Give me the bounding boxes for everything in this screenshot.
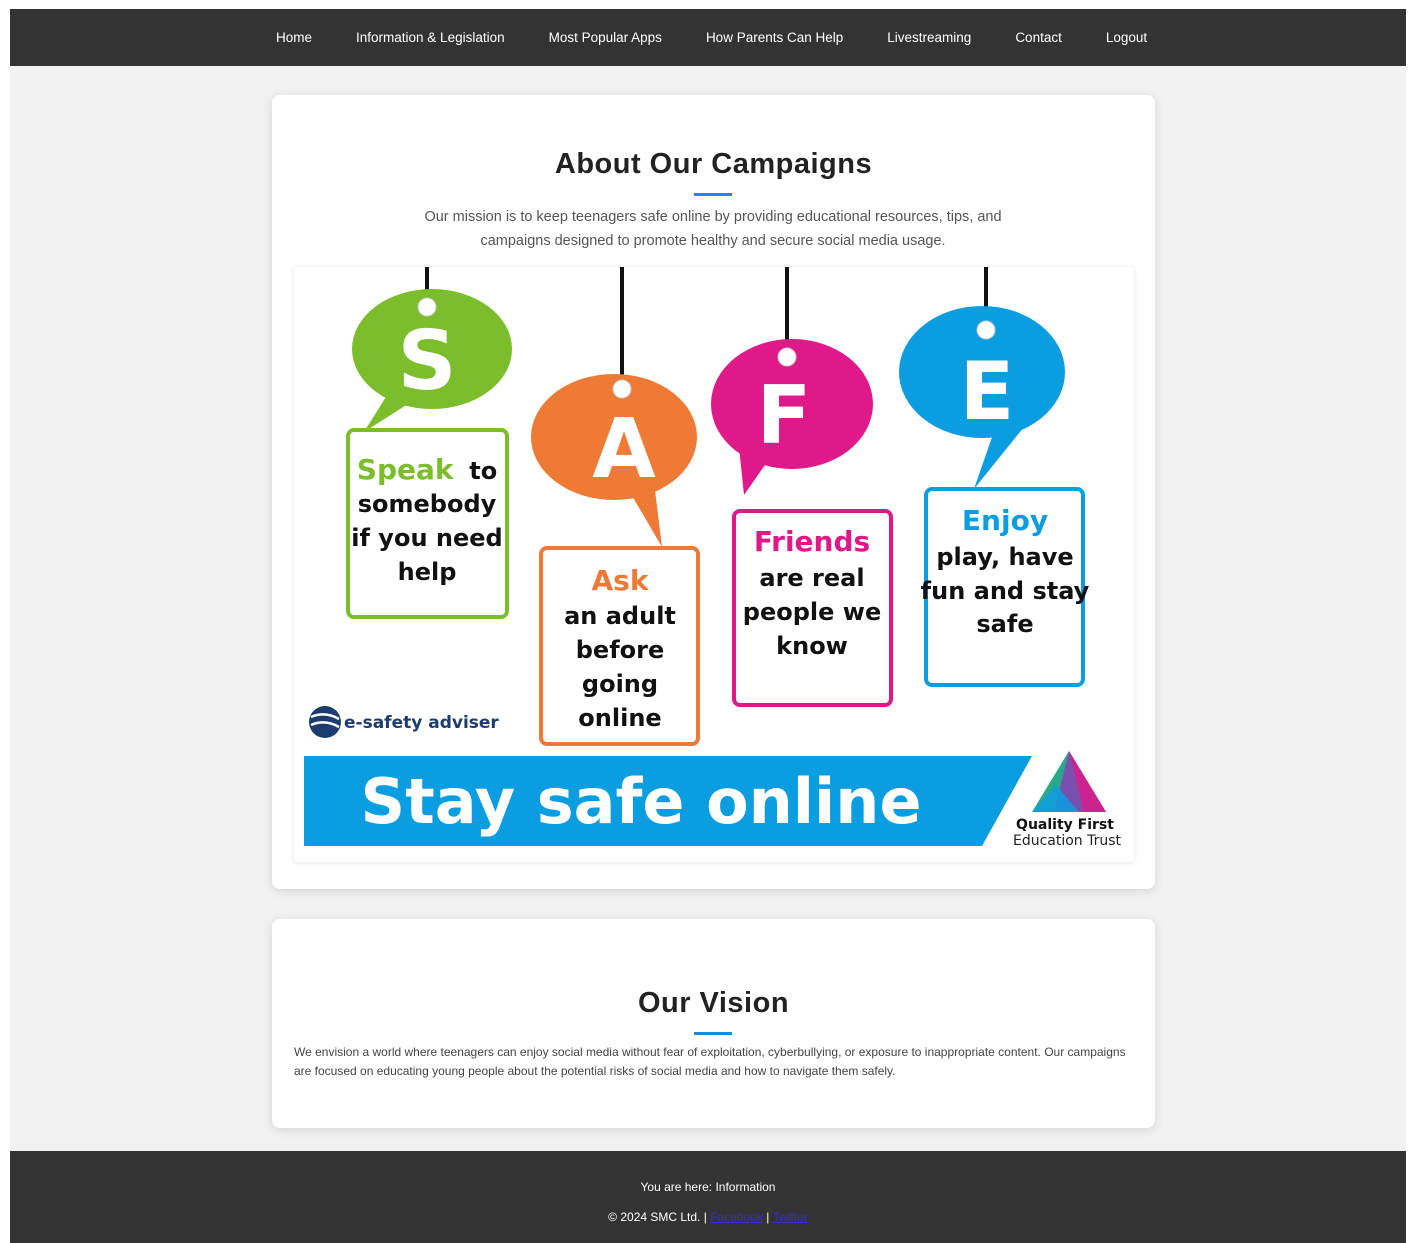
nav-link-information-legislation[interactable]: Information & Legislation bbox=[356, 30, 505, 45]
speak-line2: somebody bbox=[358, 490, 497, 518]
nav-item-popular-apps: Most Popular Apps bbox=[549, 29, 662, 47]
speak-head: Speak bbox=[357, 453, 455, 486]
enjoy-line3: safe bbox=[976, 610, 1033, 638]
friends-line3: know bbox=[776, 632, 848, 660]
bubble-f: F bbox=[711, 339, 873, 495]
speak-line3: if you need bbox=[351, 524, 502, 552]
card-friends: Friends are real people we know bbox=[732, 509, 893, 707]
friends-line2: people we bbox=[743, 598, 881, 626]
bubble-a: A bbox=[531, 374, 697, 547]
footer-link-twitter[interactable]: Twitter bbox=[772, 1210, 807, 1224]
nav-item-home: Home bbox=[276, 29, 312, 47]
stay-safe-banner: Stay safe online bbox=[304, 756, 1032, 846]
card-speak: Speak to somebody if you need help bbox=[346, 428, 509, 619]
trust-line2: Education Trust bbox=[1013, 833, 1122, 849]
ask-line1: an adult bbox=[564, 602, 676, 630]
nav-link-logout[interactable]: Logout bbox=[1106, 30, 1147, 45]
footer-copyright-row: © 2024 SMC Ltd. | Facebook | Twitter bbox=[10, 1210, 1406, 1224]
ask-line4: online bbox=[578, 704, 661, 732]
bubble-e: E bbox=[899, 306, 1065, 489]
esafety-adviser-logo: e-safety adviser bbox=[309, 706, 499, 738]
friends-head: Friends bbox=[754, 525, 870, 558]
footer: You are here: Information © 2024 SMC Ltd… bbox=[10, 1151, 1406, 1243]
ask-head: Ask bbox=[592, 564, 650, 597]
footer-link-facebook[interactable]: Facebook bbox=[710, 1210, 763, 1224]
vision-text: We envision a world where teenagers can … bbox=[294, 1045, 1126, 1078]
our-vision-card: Our Vision We envision a world where tee… bbox=[272, 919, 1155, 1128]
enjoy-head: Enjoy bbox=[962, 504, 1048, 537]
about-campaigns-card: About Our Campaigns Our mission is to ke… bbox=[272, 95, 1155, 889]
nav-link-livestreaming[interactable]: Livestreaming bbox=[887, 30, 971, 45]
nav-item-livestreaming: Livestreaming bbox=[887, 29, 971, 47]
nav-item-parents: How Parents Can Help bbox=[706, 29, 843, 47]
letter-e: E bbox=[960, 345, 1015, 438]
card-enjoy: Enjoy play, have fun and stay safe bbox=[921, 487, 1090, 687]
nav-link-how-parents-can-help[interactable]: How Parents Can Help bbox=[706, 30, 843, 45]
safe-poster-graphic: S A F E Speak to somebody if you need he… bbox=[304, 267, 1122, 849]
trust-line1: Quality First bbox=[1016, 817, 1114, 833]
speak-line4: help bbox=[398, 558, 457, 586]
banner-text: Stay safe online bbox=[361, 765, 922, 838]
vision-title: Our Vision bbox=[637, 987, 790, 1019]
mission-text: Our mission is to keep teenagers safe on… bbox=[424, 209, 1002, 249]
svg-text:Speak to: Speak to bbox=[357, 453, 497, 486]
quality-first-logo: Quality First Education Trust bbox=[1013, 751, 1122, 849]
top-navigation: Home Information & Legislation Most Popu… bbox=[10, 9, 1406, 66]
enjoy-line1: play, have bbox=[936, 543, 1073, 571]
ask-line2: before bbox=[576, 636, 665, 664]
page: Home Information & Legislation Most Popu… bbox=[10, 9, 1406, 1243]
nav-item-information: Information & Legislation bbox=[356, 29, 505, 47]
title-underline bbox=[694, 193, 732, 196]
card-ask: Ask an adult before going online bbox=[539, 546, 700, 746]
nav-link-home[interactable]: Home bbox=[276, 30, 312, 45]
nav-link-most-popular-apps[interactable]: Most Popular Apps bbox=[549, 30, 662, 45]
footer-separator: | bbox=[766, 1210, 770, 1224]
nav-item-logout: Logout bbox=[1106, 29, 1147, 47]
enjoy-line2: fun and stay bbox=[921, 577, 1090, 605]
bubble-s: S bbox=[352, 289, 512, 432]
about-title: About Our Campaigns bbox=[554, 148, 873, 180]
letter-f: F bbox=[757, 369, 812, 462]
nav-link-contact[interactable]: Contact bbox=[1015, 30, 1062, 45]
copyright-text: © 2024 SMC Ltd. | bbox=[608, 1210, 707, 1224]
title-underline bbox=[694, 1032, 732, 1035]
breadcrumb: You are here: Information bbox=[640, 1180, 776, 1194]
safe-poster-image: S A F E Speak to somebody if you need he… bbox=[294, 267, 1134, 862]
friends-line1: are real bbox=[759, 564, 864, 592]
letter-a: A bbox=[592, 402, 656, 497]
nav-item-contact: Contact bbox=[1015, 29, 1062, 47]
nav-list: Home Information & Legislation Most Popu… bbox=[276, 9, 1147, 66]
esafety-logo-text: e-safety adviser bbox=[344, 713, 499, 733]
speak-line1: to bbox=[469, 457, 497, 485]
letter-s: S bbox=[397, 314, 456, 409]
ask-line3: going bbox=[582, 670, 658, 698]
